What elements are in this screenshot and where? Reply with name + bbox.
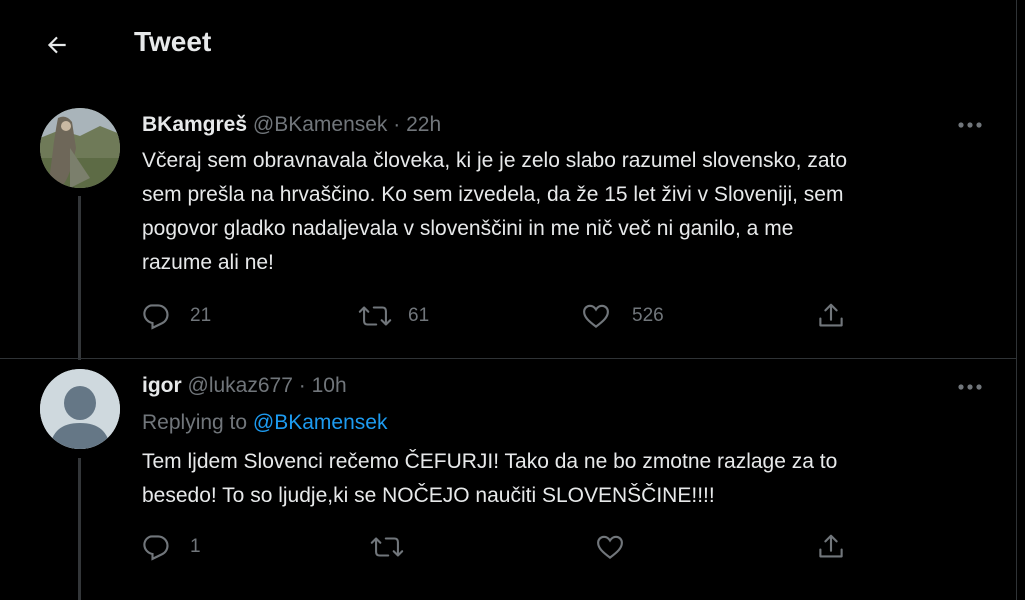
reply-count: 1 — [190, 536, 201, 557]
thread-line — [78, 458, 81, 600]
more-button[interactable] — [950, 372, 990, 402]
tweet-line: pogovor gladko nadaljevala v slovenščini… — [142, 217, 794, 240]
share-icon — [819, 303, 843, 327]
display-name[interactable]: igor — [142, 374, 182, 397]
tweet-line: Včeraj sem obravnavala človeka, ki je je… — [142, 149, 848, 172]
arrow-left-icon — [47, 36, 66, 54]
tweet-line: sem prešla na hrvaščino. Ko sem izvedela… — [142, 183, 844, 206]
share-button[interactable] — [816, 296, 846, 336]
more-icon — [958, 122, 982, 128]
tweet-text: Tem ljdem Slovenci rečemo ČEFURJI! Tako … — [142, 445, 982, 513]
retweet-icon — [370, 537, 404, 557]
reply-button[interactable]: 1 — [140, 527, 201, 567]
replying-to-label: Replying to — [142, 411, 248, 434]
handle[interactable]: @lukaz677 — [188, 374, 293, 397]
like-count: 526 — [632, 305, 664, 326]
share-icon — [819, 534, 843, 558]
like-button[interactable]: 526 — [580, 296, 664, 336]
divider — [0, 358, 1016, 359]
tweet-meta: BKamgreš @BKamensek · 22h — [142, 113, 441, 137]
handle[interactable]: @BKamensek — [253, 113, 388, 136]
reply-button[interactable]: 21 — [140, 296, 211, 336]
retweet-icon — [358, 306, 392, 326]
default-avatar[interactable] — [40, 369, 120, 449]
heart-icon — [597, 535, 623, 559]
timestamp[interactable]: 22h — [406, 113, 441, 136]
more-icon — [958, 384, 982, 390]
display-name[interactable]: BKamgreš — [142, 113, 247, 136]
replying-to: Replying to @BKamensek — [142, 411, 387, 435]
tweet-line: besedo! To so ljudje,ki se NOČEJO naučit… — [142, 484, 715, 507]
tweet-text: Včeraj sem obravnavala človeka, ki je je… — [142, 144, 982, 280]
separator-dot: · — [298, 374, 306, 397]
back-button[interactable] — [40, 28, 74, 62]
page-title: Tweet — [134, 26, 212, 57]
retweet-count: 61 — [408, 305, 430, 326]
column-border — [1016, 0, 1017, 600]
retweet-button[interactable]: 61 — [358, 296, 429, 336]
thread-line — [78, 196, 81, 360]
share-button[interactable] — [816, 527, 846, 567]
reply-icon — [143, 304, 169, 330]
header: Tweet — [0, 0, 1016, 90]
tweet-line: razume ali ne! — [142, 251, 274, 274]
heart-icon — [583, 304, 609, 328]
reply-count: 21 — [190, 305, 212, 326]
more-button[interactable] — [950, 110, 990, 140]
avatar[interactable] — [40, 108, 120, 188]
like-button[interactable] — [594, 527, 646, 567]
replying-to-handle[interactable]: @BKamensek — [253, 411, 388, 434]
retweet-button[interactable] — [370, 527, 424, 567]
separator-dot: · — [393, 113, 401, 136]
timestamp[interactable]: 10h — [312, 374, 347, 397]
reply-icon — [143, 535, 169, 561]
tweet-meta: igor @lukaz677 · 10h — [142, 374, 347, 398]
tweet-line: Tem ljdem Slovenci rečemo ČEFURJI! Tako … — [142, 450, 838, 473]
